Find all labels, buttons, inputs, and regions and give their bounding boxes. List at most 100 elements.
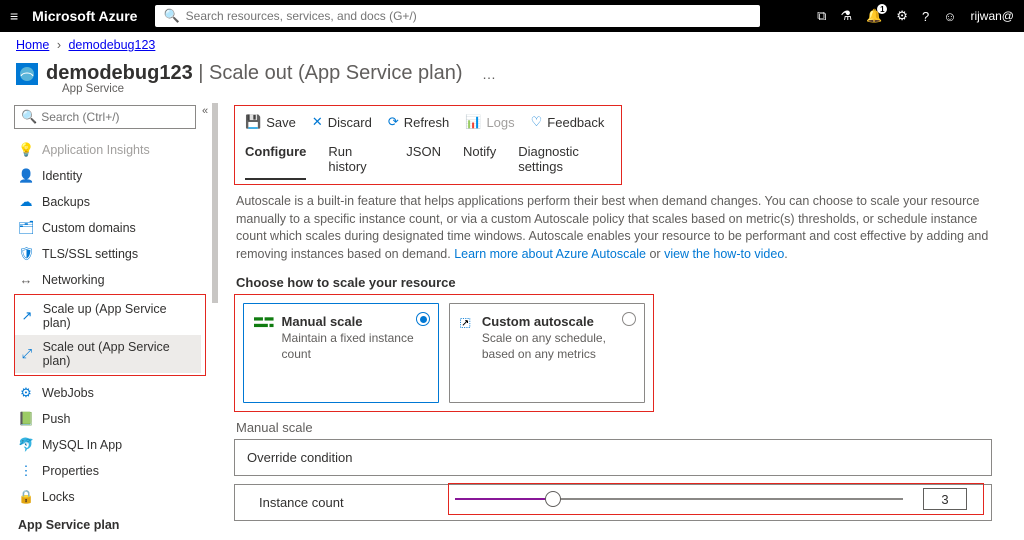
sidebar-item-webjobs[interactable]: ⚙WebJobs — [14, 380, 200, 406]
tab-json[interactable]: JSON — [406, 140, 441, 180]
content: 🔍 « 💡 Application Insights 👤Identity ☁Bac… — [0, 103, 1024, 540]
sidebar-search-input[interactable] — [41, 110, 189, 124]
tab-diagnostic[interactable]: Diagnostic settings — [518, 140, 611, 180]
sidebar-item-label: Application Insights — [42, 143, 150, 157]
notifications-icon[interactable]: 🔔1 — [866, 8, 882, 24]
card-title: Custom autoscale — [482, 314, 634, 329]
radio-unselected-icon[interactable] — [622, 312, 636, 326]
sidebar-item-properties[interactable]: ⋮Properties — [14, 458, 200, 484]
cards-highlight: Manual scale Maintain a fixed instance c… — [234, 294, 654, 412]
cloud-icon: ☁ — [18, 194, 34, 210]
radio-selected-icon[interactable] — [416, 312, 430, 326]
notif-badge: 1 — [877, 4, 887, 14]
main-pane: 💾Save ✕Discard ⟳Refresh 📊Logs ♡Feedback … — [212, 103, 1024, 540]
title-main: demodebug123 — [46, 62, 193, 84]
global-search[interactable]: 🔍 — [155, 5, 760, 27]
push-icon: 📗 — [18, 411, 34, 427]
sidebar-item-label: Custom domains — [42, 221, 136, 235]
filter-icon[interactable]: ⚗ — [840, 8, 852, 24]
manual-scale-icon — [254, 314, 274, 332]
sidebar: 🔍 « 💡 Application Insights 👤Identity ☁Bac… — [0, 103, 212, 540]
scaleout-icon: ⤢ — [19, 346, 35, 362]
feedback-icon[interactable]: ☺ — [943, 9, 956, 24]
help-icon[interactable]: ? — [922, 9, 929, 24]
shield-icon: 🛡 — [18, 246, 34, 262]
sidebar-item-scaleup[interactable]: ↗Scale up (App Service plan) — [15, 297, 201, 335]
sidebar-item-label: Scale up (App Service plan) — [43, 302, 197, 330]
tab-notify[interactable]: Notify — [463, 140, 496, 180]
custom-autoscale-icon — [460, 314, 474, 332]
learn-more-link[interactable]: Learn more about Azure Autoscale — [454, 247, 646, 261]
heart-icon: ♡ — [531, 114, 543, 130]
choose-scale-label: Choose how to scale your resource — [234, 271, 1014, 294]
toolbar-highlight: 💾Save ✕Discard ⟳Refresh 📊Logs ♡Feedback … — [234, 105, 622, 185]
card-desc: Scale on any schedule, based on any metr… — [482, 331, 634, 362]
toolbar-label: Logs — [486, 115, 514, 130]
slider-thumb-icon[interactable] — [545, 491, 561, 507]
instance-count-label: Instance count — [247, 495, 461, 510]
card-title: Manual scale — [282, 314, 428, 329]
discard-button[interactable]: ✕Discard — [312, 114, 372, 130]
sidebar-item-identity[interactable]: 👤Identity — [14, 163, 200, 189]
desc-mid: or — [649, 247, 664, 261]
instance-count-value[interactable]: 3 — [923, 488, 967, 510]
settings-icon[interactable]: ⚙ — [896, 8, 908, 24]
tab-configure[interactable]: Configure — [245, 140, 306, 180]
breadcrumb-home[interactable]: Home — [16, 38, 49, 52]
refresh-button[interactable]: ⟳ Refresh — [388, 114, 449, 130]
toolbar-label: Feedback — [547, 115, 604, 130]
search-icon: 🔍 — [163, 8, 179, 24]
desc-tail: . — [784, 247, 787, 261]
sidebar-item-tls[interactable]: 🛡TLS/SSL settings — [14, 241, 200, 267]
sidebar-item-label: Push — [42, 412, 71, 426]
command-bar: 💾Save ✕Discard ⟳ Refresh 📊Logs ♡ Feedback — [241, 108, 615, 136]
title-sub: Scale out (App Service plan) — [209, 62, 462, 84]
autoscale-description: Autoscale is a built-in feature that hel… — [234, 191, 1004, 271]
scrollbar[interactable] — [212, 103, 218, 303]
tab-runhistory[interactable]: Run history — [328, 140, 384, 180]
refresh-icon: ⟳ — [388, 114, 399, 130]
sidebar-item-locks[interactable]: 🔒Locks — [14, 484, 200, 510]
slider-highlight: 3 — [448, 483, 984, 515]
logs-button[interactable]: 📊Logs — [465, 114, 514, 130]
instance-slider[interactable] — [455, 498, 903, 500]
sidebar-item-mysql[interactable]: 🐬 MySQL In App — [14, 432, 200, 458]
howto-video-link[interactable]: view the how-to video — [664, 247, 784, 261]
card-manual-scale[interactable]: Manual scale Maintain a fixed instance c… — [243, 303, 439, 403]
feedback-button[interactable]: ♡ Feedback — [531, 114, 605, 130]
breadcrumb-item[interactable]: demodebug123 — [68, 38, 155, 52]
sidebar-item-label: Networking — [42, 273, 105, 287]
webjobs-icon: ⚙ — [18, 385, 34, 401]
sidebar-item-scaleout[interactable]: ⤢ Scale out (App Service plan) — [15, 335, 201, 373]
toolbar-label: Save — [266, 115, 296, 130]
global-search-input[interactable] — [186, 9, 753, 23]
title-menu-icon[interactable]: … — [482, 66, 496, 82]
sidebar-item-push[interactable]: 📗 Push — [14, 406, 200, 432]
sidebar-search[interactable]: 🔍 — [14, 105, 196, 129]
sidebar-item-insights[interactable]: 💡 Application Insights — [14, 137, 200, 163]
sidebar-item-backups[interactable]: ☁Backups — [14, 189, 200, 215]
sidebar-item-networking[interactable]: ↔ Networking — [14, 267, 200, 292]
slider-fill — [455, 498, 545, 500]
cloudshell-icon[interactable]: ⧉ — [817, 8, 826, 24]
mysql-icon: 🐬 — [18, 437, 34, 453]
save-button[interactable]: 💾Save — [245, 114, 296, 130]
network-icon: ↔ — [18, 272, 34, 287]
toolbar-label: Refresh — [404, 115, 450, 130]
card-custom-autoscale[interactable]: Custom autoscale Scale on any schedule, … — [449, 303, 645, 403]
sidebar-section-plan: App Service plan — [14, 510, 212, 534]
manual-scale-label: Manual scale — [234, 412, 1014, 439]
sidebar-item-label: Identity — [42, 169, 82, 183]
sidebar-item-domains[interactable]: 🗂Custom domains — [14, 215, 200, 241]
user-label[interactable]: rijwan@ — [970, 9, 1014, 23]
azure-topbar: ≡ Microsoft Azure 🔍 ⧉ ⚗ 🔔1 ⚙ ? ☺ rijwan@ — [0, 0, 1024, 32]
sidebar-item-label: Scale out (App Service plan) — [43, 340, 197, 368]
sidebar-scale-highlight: ↗Scale up (App Service plan) ⤢ Scale out … — [14, 294, 206, 376]
hamburger-icon[interactable]: ≡ — [10, 8, 18, 24]
sidebar-item-label: MySQL In App — [42, 438, 122, 452]
collapse-icon[interactable]: « — [202, 105, 208, 117]
brand-label: Microsoft Azure — [32, 8, 137, 24]
override-label: Override condition — [247, 450, 353, 465]
lightbulb-icon: 💡 — [18, 142, 34, 158]
tabs: Configure Run history JSON Notify Diagno… — [241, 136, 615, 180]
